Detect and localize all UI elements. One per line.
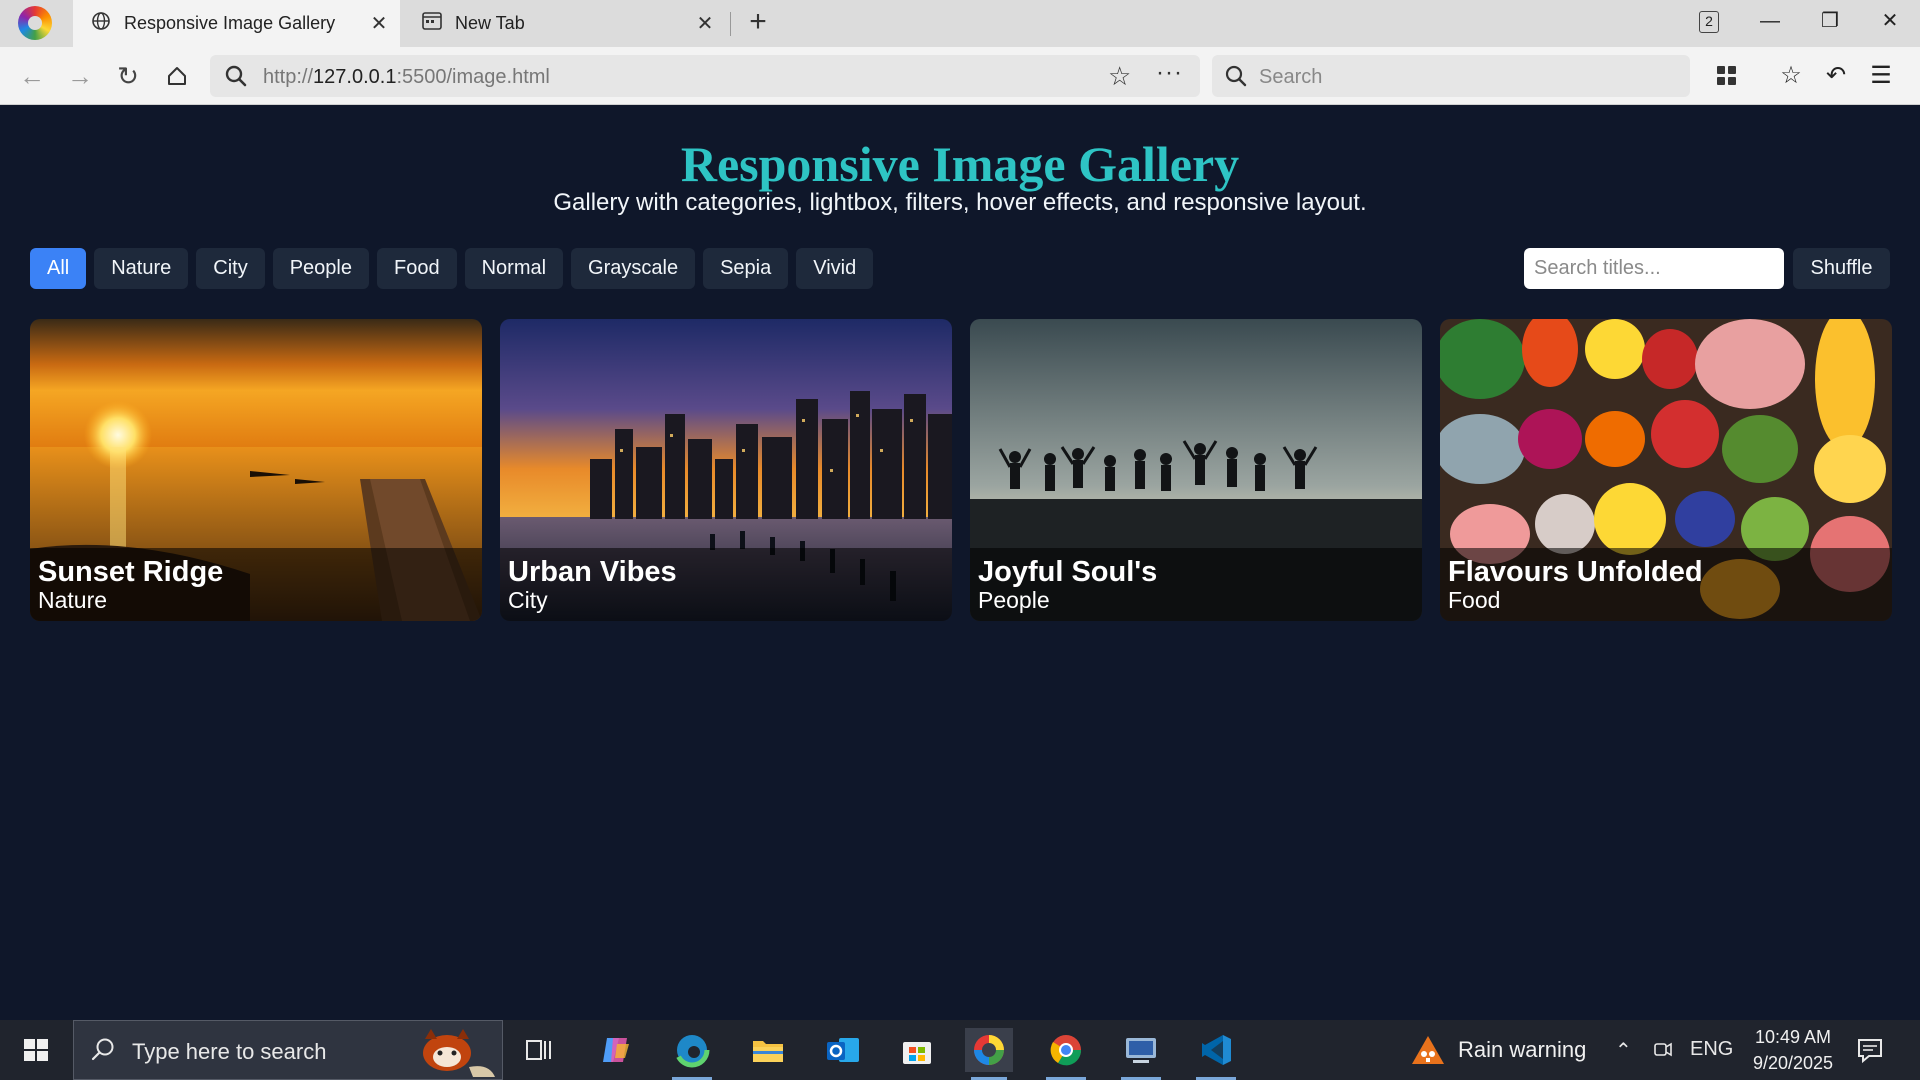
edge-icon[interactable]: [668, 1028, 716, 1080]
url-prefix: http://: [263, 66, 314, 88]
filter-grayscale-button[interactable]: Grayscale: [571, 248, 696, 289]
search-titles-input[interactable]: [1524, 248, 1784, 289]
filter-bar: All Nature City People Food Normal Grays…: [30, 248, 874, 289]
clock-time: 10:49 AM: [1754, 1027, 1832, 1047]
page-title: Responsive Image Gallery: [680, 136, 1240, 192]
minimize-window-button[interactable]: —: [1740, 0, 1800, 44]
file-explorer-icon[interactable]: [744, 1028, 792, 1072]
close-window-button[interactable]: ✕: [1860, 0, 1920, 44]
page-actions-icon[interactable]: ···: [1156, 59, 1183, 87]
rain-warning-icon: [1412, 1036, 1444, 1064]
browser-search-bar[interactable]: Search: [1212, 55, 1690, 97]
url-text[interactable]: http://127.0.0.1:5500/image.html: [263, 66, 550, 89]
filter-all-button[interactable]: All: [30, 248, 87, 289]
weather-text: Rain warning: [1458, 1037, 1587, 1062]
windows-taskbar: Type here to search Rain warning ⌃ ENG 1…: [0, 1020, 1920, 1080]
close-tab-icon[interactable]: ✕: [364, 11, 394, 36]
bookmark-star-icon[interactable]: ☆: [1108, 61, 1131, 92]
filter-food-button[interactable]: Food: [377, 248, 457, 289]
address-bar[interactable]: http://127.0.0.1:5500/image.html ☆ ···: [210, 55, 1200, 97]
search-placeholder: Search: [1259, 66, 1323, 88]
task-view-icon[interactable]: [515, 1028, 563, 1072]
search-icon: [91, 1038, 114, 1061]
menu-icon[interactable]: ☰: [1861, 56, 1901, 96]
home-icon[interactable]: [157, 56, 197, 96]
copilot-icon[interactable]: [592, 1028, 640, 1072]
store-icon[interactable]: [893, 1028, 941, 1072]
remote-desktop-icon[interactable]: [1117, 1028, 1165, 1080]
browser-tab-strip: Responsive Image Gallery ✕ New Tab ✕ + 2…: [0, 0, 1920, 47]
undo-icon[interactable]: ↶: [1816, 56, 1856, 96]
card-title: Urban Vibes: [508, 556, 677, 588]
card-title: Joyful Soul's: [978, 556, 1158, 588]
clock-date: 9/20/2025: [1752, 1053, 1834, 1073]
new-tab-icon: [421, 11, 443, 36]
chevron-up-icon[interactable]: ⌃: [1615, 1038, 1632, 1063]
browser-logo-icon[interactable]: [18, 6, 52, 40]
tab-responsive-image-gallery[interactable]: Responsive Image Gallery ✕: [73, 0, 400, 47]
meet-now-icon[interactable]: [1652, 1038, 1674, 1066]
weather-widget[interactable]: Rain warning: [1410, 1032, 1586, 1068]
gallery-page: Responsive Image Gallery Gallery with ca…: [0, 105, 1920, 1020]
gallery-card[interactable]: Sunset Ridge Nature: [30, 319, 482, 621]
url-host: 127.0.0.1: [313, 66, 397, 88]
filter-nature-button[interactable]: Nature: [94, 248, 189, 289]
search-icon: [225, 65, 247, 87]
filter-vivid-button[interactable]: Vivid: [796, 248, 874, 289]
system-clock[interactable]: 10:49 AM 9/20/2025: [1738, 1024, 1848, 1076]
browser-toolbar: ← → ↻ http://127.0.0.1:5500/image.html ☆…: [0, 47, 1920, 105]
card-category: Food: [1448, 587, 1501, 613]
language-indicator[interactable]: ENG: [1690, 1038, 1733, 1061]
tab-new-tab[interactable]: New Tab ✕: [404, 0, 726, 47]
restore-window-button[interactable]: ❐: [1800, 0, 1860, 44]
filter-normal-button[interactable]: Normal: [464, 248, 564, 289]
filter-city-button[interactable]: City: [196, 248, 265, 289]
favorites-list-icon[interactable]: ☆: [1771, 56, 1811, 96]
card-title: Sunset Ridge: [38, 556, 224, 588]
tab-divider: [730, 12, 731, 36]
outlook-icon[interactable]: [819, 1028, 867, 1072]
new-tab-button[interactable]: +: [741, 6, 775, 40]
apps-grid-icon[interactable]: [1707, 56, 1747, 96]
gallery-card[interactable]: Joyful Soul's People: [970, 319, 1422, 621]
shuffle-button[interactable]: Shuffle: [1793, 248, 1890, 289]
forward-arrow-icon[interactable]: →: [60, 56, 100, 96]
card-title: Flavours Unfolded: [1448, 556, 1703, 588]
chrome-icon[interactable]: [1042, 1028, 1090, 1080]
gallery-card[interactable]: Flavours Unfolded Food: [1440, 319, 1892, 621]
image-grid: Sunset Ridge Nature Urban Vibes City Joy…: [30, 319, 1892, 621]
taskbar-search-box[interactable]: Type here to search: [73, 1020, 503, 1080]
notification-center-icon[interactable]: [1855, 1036, 1885, 1064]
filter-sepia-button[interactable]: Sepia: [703, 248, 789, 289]
card-category: People: [978, 587, 1050, 613]
tab-title: Responsive Image Gallery: [124, 13, 336, 33]
gallery-card[interactable]: Urban Vibes City: [500, 319, 952, 621]
page-subtitle: Gallery with categories, lightbox, filte…: [553, 189, 1367, 216]
tab-title: New Tab: [455, 13, 525, 33]
card-category: Nature: [38, 587, 108, 613]
taskbar-search-placeholder: Type here to search: [132, 1039, 327, 1064]
vscode-icon[interactable]: [1192, 1028, 1240, 1080]
search-icon: [1225, 65, 1247, 87]
filter-people-button[interactable]: People: [272, 248, 369, 289]
back-arrow-icon[interactable]: ←: [12, 56, 52, 96]
url-path: :5500/image.html: [396, 66, 550, 88]
globe-icon: [90, 11, 112, 37]
windows-start-icon[interactable]: [14, 1030, 58, 1070]
browser-icon[interactable]: [965, 1028, 1013, 1080]
red-panda-illustration-icon: [423, 1029, 495, 1077]
reload-icon[interactable]: ↻: [108, 56, 148, 96]
tab-count-badge[interactable]: 2: [1699, 11, 1719, 33]
close-tab-icon[interactable]: ✕: [690, 11, 720, 36]
card-category: City: [508, 587, 548, 613]
